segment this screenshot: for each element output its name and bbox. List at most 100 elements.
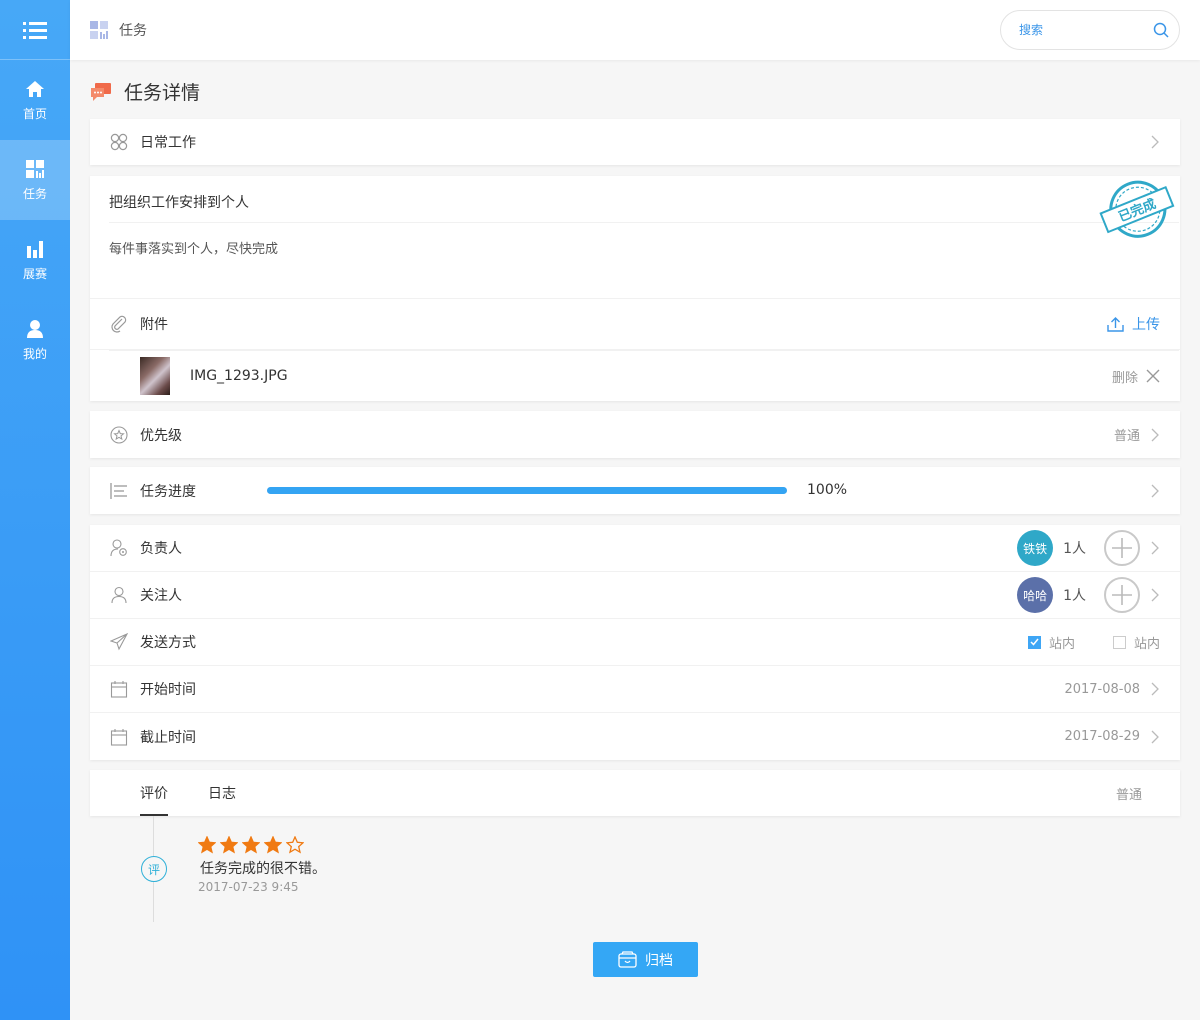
chevron-right-icon: [1151, 730, 1159, 743]
user-icon: [111, 586, 127, 604]
archive-button[interactable]: 归档: [593, 942, 698, 977]
upload-label: 上传: [1132, 317, 1160, 333]
star-filled-icon[interactable]: [198, 836, 216, 854]
chevron-right-icon: [1151, 484, 1159, 497]
grid-icon: [90, 20, 108, 39]
send-option-1-label: 站内: [1048, 636, 1075, 652]
breadcrumb-label: 任务: [119, 23, 147, 39]
calendar-icon: [110, 728, 128, 746]
category-card[interactable]: 日常工作: [90, 119, 1180, 165]
priority-label: 优先级: [140, 427, 182, 444]
start-time-value: 2017-08-08: [1064, 681, 1140, 697]
owner-row[interactable]: 负责人 铁铁 1人: [90, 525, 1180, 572]
checkbox-checked[interactable]: [1027, 635, 1041, 649]
progress-card[interactable]: 任务进度 100%: [90, 467, 1180, 514]
chevron-right-icon: [1151, 682, 1159, 696]
start-time-label: 开始时间: [140, 682, 196, 698]
owner-label: 负责人: [140, 541, 182, 557]
owner-avatar[interactable]: 铁铁: [1017, 530, 1054, 566]
follower-row[interactable]: 关注人 哈哈 1人: [90, 572, 1180, 619]
star-circle-icon: [110, 425, 128, 444]
task-title: 把组织工作安排到个人: [109, 195, 249, 211]
tabs-card: 评价 日志 普通: [90, 770, 1180, 816]
progress-label: 任务进度: [140, 483, 196, 500]
category-row[interactable]: 日常工作: [90, 119, 1180, 165]
delete-label: 删除: [1111, 370, 1138, 386]
priority-row[interactable]: 优先级 普通: [90, 411, 1180, 458]
review-badge: 评: [141, 856, 167, 882]
progress-fill: [267, 487, 787, 494]
user-icon: [27, 319, 43, 338]
sidebar-item-home[interactable]: 首页: [0, 60, 70, 140]
menu-button[interactable]: [0, 0, 70, 60]
owner-count: 1人: [1063, 541, 1086, 557]
four-circles-icon: [110, 133, 128, 151]
follower-label: 关注人: [140, 588, 182, 604]
tab-review[interactable]: 评价: [140, 770, 168, 816]
plus-icon: [1112, 538, 1132, 558]
bar-chart-icon: [27, 240, 43, 258]
rating-stars: [198, 836, 308, 854]
end-time-row[interactable]: 截止时间 2017-08-29: [90, 713, 1180, 760]
add-owner-button[interactable]: [1104, 530, 1140, 566]
breadcrumb: 任务: [90, 20, 147, 40]
grid-icon: [26, 159, 44, 178]
sidebar-item-mine[interactable]: 我的: [0, 300, 70, 380]
checkbox-unchecked[interactable]: [1112, 635, 1126, 649]
sidebar: 首页 任务 展赛 我的: [0, 0, 70, 1020]
sidebar-item-label: 首页: [22, 106, 47, 121]
send-option-2[interactable]: 站内: [1112, 633, 1160, 652]
star-filled-icon[interactable]: [242, 836, 260, 854]
user-gear-icon: [110, 539, 127, 557]
start-time-row[interactable]: 开始时间 2017-08-08: [90, 666, 1180, 713]
star-filled-icon[interactable]: [220, 836, 238, 854]
task-description: 每件事落实到个人，尽快完成: [109, 242, 279, 257]
send-option-1[interactable]: 站内: [1027, 633, 1075, 652]
tab-log[interactable]: 日志: [208, 770, 236, 816]
sidebar-item-task[interactable]: 任务: [0, 140, 70, 220]
priority-value: 普通: [1113, 429, 1140, 444]
review-text: 任务完成的很不错。: [200, 861, 326, 877]
home-icon: [26, 80, 44, 97]
sidebar-item-label: 我的: [22, 346, 47, 361]
end-time-label: 截止时间: [140, 729, 196, 746]
close-icon: [1146, 369, 1160, 383]
calendar-icon: [110, 681, 128, 698]
search-box[interactable]: [1000, 10, 1180, 50]
sidebar-item-exhibition[interactable]: 展赛: [0, 220, 70, 300]
progress-row[interactable]: 任务进度 100%: [90, 467, 1180, 514]
menu-icon: [23, 21, 47, 39]
review-time: 2017-07-23 9:45: [198, 880, 299, 894]
check-icon: [1030, 638, 1039, 646]
file-thumbnail[interactable]: [140, 357, 170, 395]
upload-button[interactable]: 上传: [1107, 314, 1160, 334]
search-input[interactable]: [1019, 23, 1139, 37]
file-name: IMG_1293.JPG: [190, 368, 288, 384]
search-icon[interactable]: [1153, 22, 1169, 38]
archive-box-icon: [618, 951, 637, 968]
chevron-right-icon: [1151, 541, 1159, 555]
tab-right-value: 普通: [1115, 787, 1142, 803]
send-method-label: 发送方式: [140, 635, 196, 651]
details-card: 负责人 铁铁 1人 关注人 哈哈 1人 发送方式 站内 站内 开始时间 2017…: [90, 525, 1180, 760]
priority-card[interactable]: 优先级 普通: [90, 411, 1180, 458]
add-follower-button[interactable]: [1104, 577, 1140, 613]
send-method-row: 发送方式 站内 站内: [90, 619, 1180, 666]
progress-text: 100%: [807, 482, 848, 498]
chevron-right-icon: [1151, 135, 1159, 149]
follower-avatar[interactable]: 哈哈: [1017, 577, 1054, 613]
category-label: 日常工作: [140, 135, 196, 151]
send-option-2-label: 站内: [1133, 636, 1160, 652]
page-title-text: 任务详情: [124, 82, 201, 104]
align-left-icon: [110, 482, 127, 499]
plus-icon: [1112, 585, 1132, 605]
upload-icon: [1107, 316, 1124, 332]
archive-label: 归档: [645, 952, 673, 969]
delete-button[interactable]: 删除: [1112, 367, 1160, 386]
progress-bar: [267, 487, 787, 494]
top-bar: 任务: [70, 0, 1200, 60]
follower-count: 1人: [1063, 588, 1086, 604]
attachment-label: 附件: [140, 317, 168, 333]
star-empty-icon[interactable]: [286, 836, 304, 854]
star-filled-icon[interactable]: [264, 836, 282, 854]
